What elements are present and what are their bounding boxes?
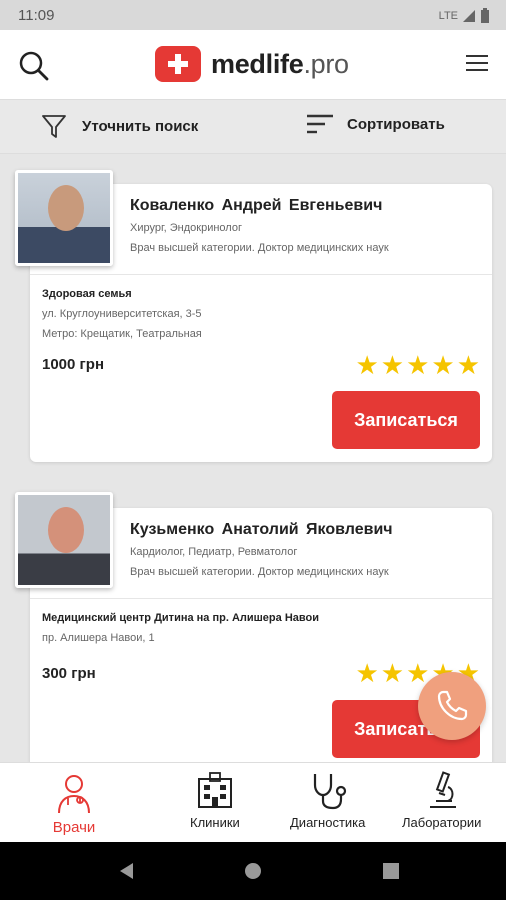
bottom-navigation: Врачи Клиники Диагностика Лаборатории [0, 762, 506, 842]
doctor-name[interactable]: Кузьменко Анатолий Яковлевич [130, 521, 393, 539]
doctor-degree: Врач высшей категории. Доктор медицински… [130, 242, 389, 254]
divider [30, 598, 492, 599]
clinic-name[interactable]: Здоровая семья [42, 288, 132, 300]
sort-button[interactable]: Сортировать [305, 112, 445, 136]
divider [30, 274, 492, 275]
sort-label: Сортировать [347, 115, 445, 133]
nav-clinics-label: Клиники [190, 815, 240, 830]
star-icon: ★ [355, 350, 379, 380]
system-navigation-bar [0, 842, 506, 900]
doctor-degree: Врач высшей категории. Доктор медицински… [130, 566, 389, 578]
nav-clinics[interactable]: Клиники [190, 771, 240, 830]
app-header: medlife.pro [0, 30, 506, 100]
brand-logo[interactable]: medlife.pro [155, 46, 349, 82]
visit-price: 300 грн [42, 665, 96, 682]
stethoscope-icon [313, 774, 346, 810]
phone-icon [437, 690, 468, 721]
sort-icon [307, 114, 333, 134]
recents-icon[interactable] [383, 863, 399, 879]
network-type: LTE [438, 10, 458, 22]
signal-icon [463, 10, 475, 22]
book-appointment-button[interactable]: Записаться [332, 391, 480, 449]
nav-laboratories[interactable]: Лаборатории [402, 771, 481, 830]
nav-diagnostics-label: Диагностика [290, 815, 366, 830]
star-icon: ★ [406, 350, 430, 380]
star-icon: ★ [431, 350, 455, 380]
back-icon[interactable] [120, 863, 133, 879]
doctor-photo[interactable] [15, 492, 113, 588]
doctor-icon [58, 775, 90, 814]
doctor-photo[interactable] [15, 170, 113, 266]
star-icon: ★ [456, 350, 480, 380]
hospital-icon [197, 772, 232, 808]
microscope-icon [429, 771, 456, 808]
search-icon [19, 51, 49, 81]
nav-doctors[interactable]: Врачи [52, 771, 96, 836]
star-icon: ★ [380, 658, 405, 688]
doctor-specialties: Кардиолог, Педиатр, Ревматолог [130, 546, 298, 558]
status-time: 11:09 [18, 7, 55, 24]
nav-diagnostics[interactable]: Диагностика [290, 771, 365, 830]
battery-icon [481, 8, 489, 23]
clinic-address: ул. Круглоуниверситетская, 3-5 [42, 308, 202, 320]
medical-cross-icon [155, 46, 201, 82]
rating-stars: ★★★★★ [355, 350, 480, 381]
clinic-metro: Метро: Крещатик, Театральная [42, 328, 202, 340]
refine-search-button[interactable]: Уточнить поиск [40, 112, 198, 140]
star-icon: ★ [355, 658, 379, 688]
nav-doctors-label: Врачи [52, 819, 96, 836]
status-icons: LTE [439, 8, 490, 24]
filter-bar: Уточнить поиск Сортировать [0, 100, 506, 154]
home-icon[interactable] [245, 863, 261, 879]
doctor-specialties: Хирург, Эндокринолог [130, 222, 242, 234]
logo-text: medlife.pro [211, 48, 349, 79]
search-button[interactable] [18, 50, 50, 82]
status-bar: 11:09 LTE [0, 0, 506, 30]
nav-laboratories-label: Лаборатории [402, 815, 482, 830]
star-icon: ★ [380, 350, 405, 380]
refine-search-label: Уточнить поиск [82, 117, 199, 135]
clinic-name[interactable]: Медицинский центр Дитина на пр. Алишера … [42, 612, 319, 624]
visit-price: 1000 грн [42, 356, 105, 373]
doctor-name[interactable]: Коваленко Андрей Евгеньевич [130, 197, 382, 215]
clinic-address: пр. Алишера Навои, 1 [42, 632, 155, 644]
filter-icon [42, 115, 66, 138]
hamburger-icon [466, 55, 488, 57]
call-button[interactable] [418, 672, 486, 740]
menu-button[interactable] [466, 55, 488, 73]
